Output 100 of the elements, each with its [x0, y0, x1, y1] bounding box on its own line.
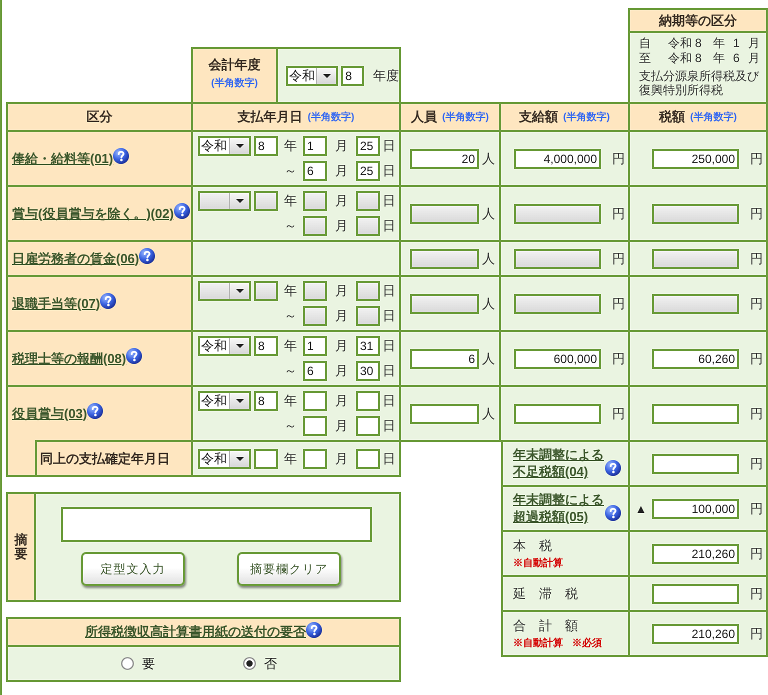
month-field[interactable]: 1 — [303, 136, 327, 156]
amount-field[interactable]: 100,000 — [652, 498, 739, 518]
tax-field[interactable] — [652, 404, 739, 424]
unit-label: 月 — [335, 337, 348, 355]
unit-label: 日 — [382, 137, 396, 155]
era-select[interactable]: 令和 — [286, 66, 338, 86]
clear-memo-button[interactable]: 摘要欄クリア — [237, 552, 341, 586]
help-icon[interactable] — [605, 460, 621, 476]
day-field[interactable]: 25 — [356, 161, 380, 181]
caret-icon — [236, 199, 244, 203]
year-field[interactable]: 8 — [254, 136, 278, 156]
persons-field[interactable] — [410, 404, 479, 424]
period-prefix: 自 — [639, 36, 652, 51]
help-icon[interactable] — [605, 505, 621, 521]
insert-template-button[interactable]: 定型文入力 — [81, 552, 185, 586]
hint-label: (半角数字) — [442, 110, 489, 124]
category-link[interactable]: 税理士等の報酬(08) — [12, 350, 126, 368]
row-label: 合 計 額 — [513, 617, 578, 635]
unit-label: 人 — [482, 294, 495, 312]
day-field[interactable] — [356, 391, 380, 411]
month-field[interactable] — [303, 448, 327, 468]
help-icon[interactable] — [139, 248, 156, 264]
paper-request-link[interactable]: 所得税徴収高計算書用紙の送付の要否 — [85, 623, 306, 641]
persons-field[interactable]: 20 — [410, 148, 479, 168]
caret-icon — [322, 74, 331, 78]
month-field[interactable]: 1 — [303, 336, 327, 356]
day-field[interactable]: 30 — [356, 361, 380, 381]
unit-label: 円 — [612, 204, 625, 222]
adjustment-link[interactable]: 年末調整による不足税額(04) — [513, 446, 605, 480]
range-mark: ～ — [284, 217, 297, 235]
adjustment-link[interactable]: 年末調整による超過税額(05) — [513, 491, 605, 525]
unit-label: 月 — [748, 51, 761, 66]
caret-icon — [236, 344, 244, 348]
year-field[interactable]: 8 — [254, 336, 278, 356]
unit-label: 月 — [335, 282, 348, 300]
caret-icon — [236, 289, 244, 293]
unit-label: 日 — [382, 417, 396, 435]
radio-button[interactable] — [243, 657, 256, 670]
month-field[interactable]: 6 — [303, 361, 327, 381]
hint-label: (半角数字) — [211, 76, 258, 90]
radio-button[interactable] — [121, 657, 134, 670]
row-label: 本 税 — [513, 537, 552, 555]
help-icon[interactable] — [306, 622, 322, 638]
persons-field[interactable]: 6 — [410, 348, 479, 368]
era-select[interactable]: 令和 — [198, 136, 251, 156]
help-icon[interactable] — [87, 403, 104, 419]
help-icon[interactable] — [126, 348, 142, 364]
tax-field[interactable]: 250,000 — [652, 148, 739, 168]
payment-field[interactable]: 4,000,000 — [514, 148, 601, 168]
unit-label: 日 — [382, 392, 396, 410]
year-field[interactable]: 8 — [341, 66, 364, 86]
day-field[interactable]: 31 — [356, 336, 380, 356]
unit-label: 円 — [612, 350, 625, 368]
month-field[interactable]: 6 — [303, 161, 327, 181]
hint-label: (半角数字) — [690, 110, 737, 124]
caret-icon — [236, 144, 244, 148]
help-icon[interactable] — [174, 203, 190, 219]
unit-label: 人 — [482, 404, 495, 422]
unit-label: 月 — [335, 162, 348, 180]
unit-label: 円 — [612, 404, 625, 422]
unit-label: 円 — [750, 544, 764, 562]
memo-field[interactable] — [61, 507, 372, 542]
month-field[interactable] — [303, 391, 327, 411]
unit-label: 日 — [382, 307, 396, 325]
day-field[interactable]: 25 — [356, 136, 380, 156]
required-note: ※自動計算 — [513, 556, 563, 570]
option-label: 要 — [142, 654, 155, 672]
year-field[interactable] — [254, 448, 278, 468]
unit-label: 人 — [482, 204, 495, 222]
required-note: ※自動計算 — [513, 636, 563, 650]
era-select[interactable]: 令和 — [198, 391, 251, 411]
era-select[interactable]: 令和 — [198, 336, 251, 356]
unit-label: 円 — [750, 150, 763, 168]
unit-label: 月 — [335, 192, 348, 210]
day-field[interactable] — [356, 448, 380, 468]
unit-label: 月 — [335, 307, 348, 325]
category-link[interactable]: 役員賞与(03) — [12, 404, 88, 422]
amount-field[interactable] — [652, 584, 739, 604]
amount-field[interactable]: 210,260 — [652, 544, 739, 564]
help-icon[interactable] — [100, 293, 116, 309]
amount-field[interactable]: 210,260 — [652, 624, 739, 644]
hint-label: (半角数字) — [563, 110, 610, 124]
payment-field[interactable]: 600,000 — [514, 348, 601, 368]
day-field[interactable] — [356, 416, 380, 436]
year-field[interactable]: 8 — [254, 391, 278, 411]
month-field[interactable] — [303, 416, 327, 436]
help-icon[interactable] — [113, 148, 130, 164]
payment-field[interactable] — [514, 404, 601, 424]
unit-label: 円 — [750, 350, 763, 368]
month-value: 1 — [733, 36, 741, 51]
amount-field[interactable] — [652, 454, 739, 474]
category-link[interactable]: 俸給・給料等(01) — [12, 150, 114, 168]
row-label: 同上の支払確定年月日 — [40, 450, 170, 468]
unit-label: 日 — [382, 362, 396, 380]
unit-label: 月 — [335, 392, 348, 410]
tax-field[interactable]: 60,260 — [652, 348, 739, 368]
column-header: 支給額 — [519, 108, 558, 126]
range-mark: ～ — [284, 162, 297, 180]
era-select[interactable]: 令和 — [198, 448, 251, 468]
unit-label: 円 — [750, 204, 763, 222]
